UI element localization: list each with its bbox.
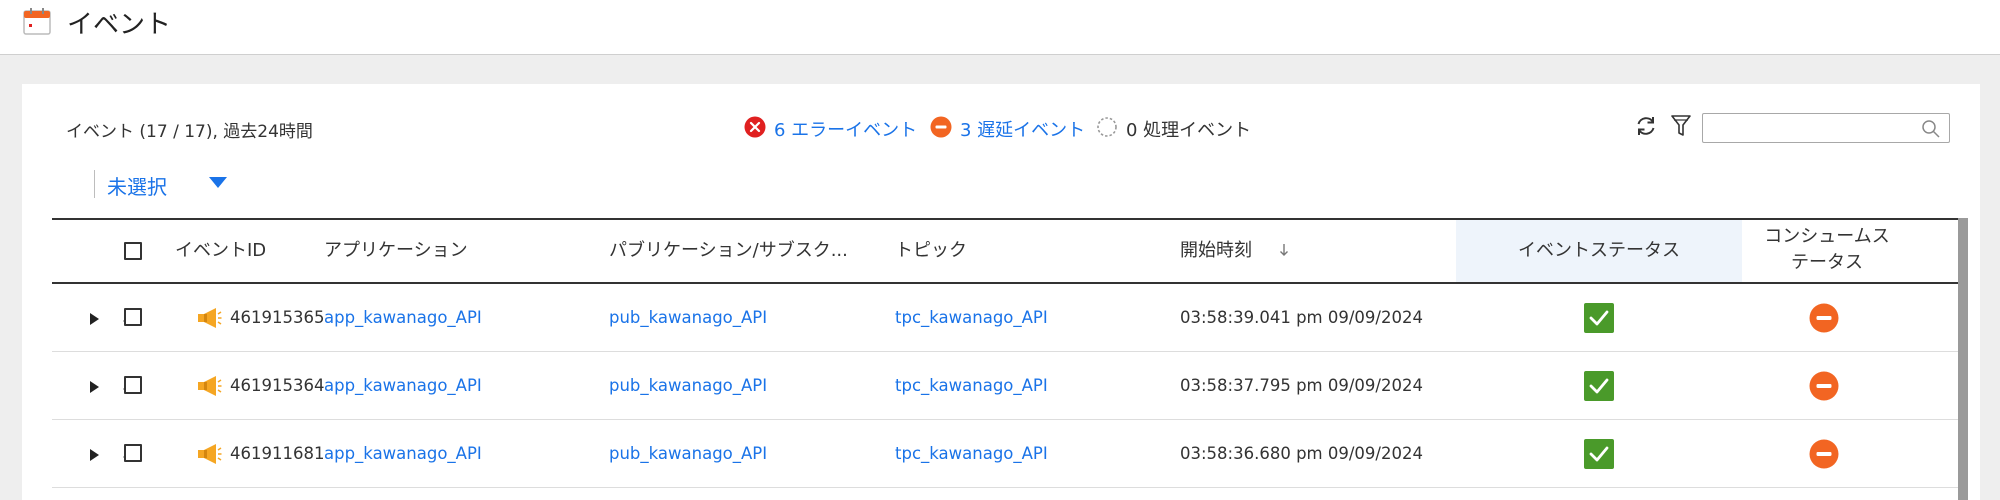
- expand-row-icon[interactable]: [88, 448, 100, 462]
- table-scrollbar[interactable]: [1958, 218, 1968, 500]
- start-time-cell: 03:58:39.041 pm 09/09/2024: [1180, 308, 1423, 327]
- row-checkbox[interactable]: [124, 376, 142, 394]
- processing-icon: [1097, 117, 1117, 137]
- column-header-consume-status[interactable]: コンシュームステータス: [1762, 220, 1892, 282]
- delay-icon: [930, 116, 952, 138]
- topic-link[interactable]: tpc_kawanago_API: [895, 420, 1048, 488]
- table-row[interactable]: 461915364 app_kawanago_API pub_kawanago_…: [52, 352, 1958, 420]
- application-link[interactable]: app_kawanago_API: [324, 284, 482, 352]
- publication-link[interactable]: pub_kawanago_API: [609, 352, 767, 420]
- error-events-label: 6 エラーイベント: [774, 120, 918, 141]
- column-header-application[interactable]: アプリケーション: [324, 220, 524, 282]
- table-row[interactable]: 461915365 app_kawanago_API pub_kawanago_…: [52, 284, 1958, 352]
- search-icon[interactable]: [1921, 119, 1941, 139]
- column-header-start-time[interactable]: 開始時刻: [1180, 220, 1260, 282]
- search-field[interactable]: [1702, 113, 1950, 143]
- publication-link[interactable]: pub_kawanago_API: [609, 284, 767, 352]
- calendar-icon: [23, 8, 51, 35]
- application-link[interactable]: app_kawanago_API: [324, 420, 482, 488]
- page-header: イベント: [0, 0, 2000, 55]
- event-id-cell: 461915364: [230, 376, 325, 395]
- column-header-event-status[interactable]: イベントステータス: [1456, 220, 1742, 282]
- select-all-checkbox[interactable]: [124, 242, 142, 260]
- error-icon: [744, 116, 766, 138]
- event-status-success-icon: [1584, 303, 1614, 333]
- table-row[interactable]: 461911681 app_kawanago_API pub_kawanago_…: [52, 420, 1958, 488]
- event-id-cell: 461915365: [230, 308, 325, 327]
- megaphone-icon: [198, 308, 222, 328]
- selection-label: 未選択: [107, 175, 167, 199]
- chevron-down-icon[interactable]: [207, 174, 229, 190]
- event-status-success-icon: [1584, 439, 1614, 469]
- start-time-cell: 03:58:37.795 pm 09/09/2024: [1180, 376, 1423, 395]
- application-link[interactable]: app_kawanago_API: [324, 352, 482, 420]
- table-header: イベントID アプリケーション パブリケーション/サブスク... トピック 開始…: [52, 218, 1958, 284]
- row-checkbox[interactable]: [124, 308, 142, 326]
- consume-status-delayed-icon: [1809, 303, 1839, 333]
- refresh-icon[interactable]: [1634, 114, 1658, 138]
- delayed-events-label: 3 遅延イベント: [960, 120, 1086, 141]
- consume-status-delayed-icon: [1809, 371, 1839, 401]
- expand-row-icon[interactable]: [88, 312, 100, 326]
- event-count-label: イベント (17 / 17), 過去24時間: [66, 122, 313, 142]
- column-header-event-id[interactable]: イベントID: [175, 220, 285, 282]
- expand-row-icon[interactable]: [88, 380, 100, 394]
- publication-link[interactable]: pub_kawanago_API: [609, 420, 767, 488]
- filter-icon[interactable]: [1670, 113, 1692, 139]
- column-header-publication[interactable]: パブリケーション/サブスク...: [609, 220, 879, 282]
- selection-divider: [94, 170, 95, 198]
- event-id-cell: 461911681: [230, 444, 325, 463]
- consume-status-delayed-icon: [1809, 439, 1839, 469]
- event-status-success-icon: [1584, 371, 1614, 401]
- events-panel: イベント (17 / 17), 過去24時間 6 エラーイベント 3 遅延イベン…: [22, 84, 1980, 500]
- topic-link[interactable]: tpc_kawanago_API: [895, 284, 1048, 352]
- row-checkbox[interactable]: [124, 444, 142, 462]
- megaphone-icon: [198, 376, 222, 396]
- sort-descending-icon[interactable]: [1278, 242, 1290, 258]
- search-input[interactable]: [1707, 116, 1907, 140]
- start-time-cell: 03:58:36.680 pm 09/09/2024: [1180, 444, 1423, 463]
- topic-link[interactable]: tpc_kawanago_API: [895, 352, 1048, 420]
- page-title: イベント: [67, 10, 172, 40]
- megaphone-icon: [198, 444, 222, 464]
- processing-events-label: 0 処理イベント: [1126, 120, 1252, 141]
- column-header-topic[interactable]: トピック: [895, 220, 1015, 282]
